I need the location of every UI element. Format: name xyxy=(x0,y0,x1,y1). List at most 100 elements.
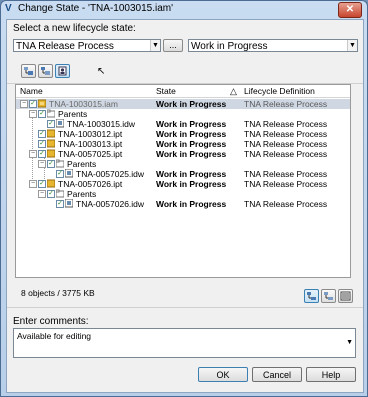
row-checkbox[interactable]: ✓ xyxy=(29,100,37,108)
row-checkbox[interactable]: ✓ xyxy=(47,190,55,198)
row-checkbox[interactable]: ✓ xyxy=(56,170,64,178)
objects-tree[interactable]: Name State △ Lifecycle Definition − ✓ TN… xyxy=(15,84,351,278)
tree-row[interactable]: − ✓ Parents xyxy=(16,159,350,169)
warning-column-icon[interactable]: △ xyxy=(230,86,237,97)
title-bar[interactable]: V Change State - 'TNA-1003015.iam' ✕ xyxy=(1,1,367,18)
collapse-icon[interactable]: − xyxy=(29,180,37,188)
lifecycle-definition-combo[interactable]: TNA Release Process ▼ xyxy=(13,39,161,52)
details-view-icon xyxy=(340,291,351,301)
comments-label: Enter comments: xyxy=(13,316,89,327)
dropdown-arrow-icon: ▼ xyxy=(347,40,357,51)
assembly-icon xyxy=(38,99,46,108)
show-parents-button[interactable] xyxy=(21,64,36,78)
row-state: Work in Progress xyxy=(156,169,227,179)
row-checkbox[interactable]: ✓ xyxy=(47,120,55,128)
ok-button[interactable]: OK xyxy=(198,367,248,382)
details-view-button[interactable] xyxy=(338,289,353,303)
tree-row[interactable]: − ✓ Parents xyxy=(16,109,350,119)
row-checkbox[interactable]: ✓ xyxy=(47,160,55,168)
change-state-dialog: V Change State - 'TNA-1003015.iam' ✕ Sel… xyxy=(0,0,368,397)
show-parents-icon xyxy=(24,67,33,75)
row-lifecycle-definition: TNA Release Process xyxy=(244,169,328,179)
dropdown-arrow-icon: ▼ xyxy=(346,339,353,346)
tree-row[interactable]: − ✓ TNA-1003015.iam Work in Progress TNA… xyxy=(16,99,350,109)
collapse-icon[interactable]: − xyxy=(38,160,46,168)
show-selection-button[interactable] xyxy=(55,64,70,78)
row-checkbox[interactable]: ✓ xyxy=(38,110,46,118)
divider xyxy=(7,307,363,308)
part-icon xyxy=(47,139,55,148)
tree-row[interactable]: − ✓ TNA-0057026.ipt Work in Progress TNA… xyxy=(16,179,350,189)
row-lifecycle-definition: TNA Release Process xyxy=(244,119,328,129)
tree-row[interactable]: ✓ TNA-1003013.ipt Work in Progress TNA R… xyxy=(16,139,350,149)
lifecycle-state-combo[interactable]: Work in Progress ▼ xyxy=(188,39,358,52)
lifecycle-definition-value: TNA Release Process xyxy=(16,41,114,52)
column-header-name[interactable]: Name xyxy=(20,86,43,96)
comments-value: Available for editing xyxy=(17,331,92,341)
show-children-button[interactable] xyxy=(38,64,53,78)
collapse-icon[interactable]: − xyxy=(20,100,28,108)
flat-view-icon xyxy=(324,292,333,300)
row-checkbox[interactable]: ✓ xyxy=(38,130,46,138)
row-name: Parents xyxy=(67,189,97,199)
part-icon xyxy=(47,129,55,138)
help-button[interactable]: Help xyxy=(306,367,356,382)
row-lifecycle-definition: TNA Release Process xyxy=(244,129,328,139)
tree-row[interactable]: − ✓ Parents xyxy=(16,189,350,199)
flat-view-button[interactable] xyxy=(321,289,336,303)
row-lifecycle-definition: TNA Release Process xyxy=(244,179,328,189)
close-button[interactable]: ✕ xyxy=(338,2,362,18)
lifecycle-state-label: Select a new lifecycle state: xyxy=(13,23,136,34)
tree-row[interactable]: − ✓ TNA-0057025.ipt Work in Progress TNA… xyxy=(16,149,350,159)
row-lifecycle-definition: TNA Release Process xyxy=(244,199,328,209)
show-selection-icon xyxy=(58,66,67,76)
row-name: TNA-1003015.iam xyxy=(49,99,118,109)
row-lifecycle-definition: TNA Release Process xyxy=(244,149,328,159)
row-lifecycle-definition: TNA Release Process xyxy=(244,139,328,149)
inventor-v-icon: V xyxy=(5,3,12,14)
tree-header: Name State △ Lifecycle Definition xyxy=(16,85,350,98)
drawing-icon xyxy=(56,119,64,128)
row-name: TNA-1003015.idw xyxy=(67,119,136,129)
window-title: Change State - 'TNA-1003015.iam' xyxy=(18,3,174,14)
dropdown-arrow-icon: ▼ xyxy=(150,40,160,51)
row-checkbox[interactable]: ✓ xyxy=(38,140,46,148)
tree-view-button[interactable] xyxy=(304,289,319,303)
lifecycle-state-value: Work in Progress xyxy=(191,41,268,52)
row-state: Work in Progress xyxy=(156,179,227,189)
column-header-state[interactable]: State xyxy=(156,86,176,96)
drawing-icon xyxy=(65,169,73,178)
cancel-button[interactable]: Cancel xyxy=(252,367,302,382)
row-checkbox[interactable]: ✓ xyxy=(38,150,46,158)
mouse-cursor-icon: ↖ xyxy=(97,66,106,77)
row-name: Parents xyxy=(58,109,88,119)
tree-row[interactable]: ✓ TNA-1003012.ipt Work in Progress TNA R… xyxy=(16,129,350,139)
row-name: TNA-0057026.ipt xyxy=(58,179,123,189)
collapse-icon[interactable]: − xyxy=(29,150,37,158)
tree-row[interactable]: ✓ TNA-0057025.idw Work in Progress TNA R… xyxy=(16,169,350,179)
object-count-label: 8 objects / 3775 KB xyxy=(21,288,95,298)
tree-row[interactable]: ✓ TNA-1003015.idw Work in Progress TNA R… xyxy=(16,119,350,129)
part-icon xyxy=(47,149,55,158)
row-checkbox[interactable]: ✓ xyxy=(38,180,46,188)
drawing-icon xyxy=(65,199,73,208)
comments-input[interactable]: Available for editing ▼ xyxy=(13,328,356,358)
folder-icon xyxy=(47,109,55,118)
show-children-icon xyxy=(41,67,50,75)
collapse-icon[interactable]: − xyxy=(29,110,37,118)
row-checkbox[interactable]: ✓ xyxy=(56,200,64,208)
column-header-lifecycle-definition[interactable]: Lifecycle Definition xyxy=(244,86,315,96)
part-icon xyxy=(47,179,55,188)
row-name: TNA-0057025.ipt xyxy=(58,149,123,159)
tree-row[interactable]: ✓ TNA-0057026.idw Work in Progress TNA R… xyxy=(16,199,350,209)
row-state: Work in Progress xyxy=(156,149,227,159)
row-state: Work in Progress xyxy=(156,119,227,129)
row-name: Parents xyxy=(67,159,97,169)
browse-button[interactable]: ... xyxy=(163,39,183,52)
row-name: TNA-0057026.idw xyxy=(76,199,145,209)
folder-icon xyxy=(56,189,64,198)
row-state: Work in Progress xyxy=(156,129,227,139)
tree-view-icon xyxy=(307,292,316,300)
collapse-icon[interactable]: − xyxy=(38,190,46,198)
row-state: Work in Progress xyxy=(156,199,227,209)
